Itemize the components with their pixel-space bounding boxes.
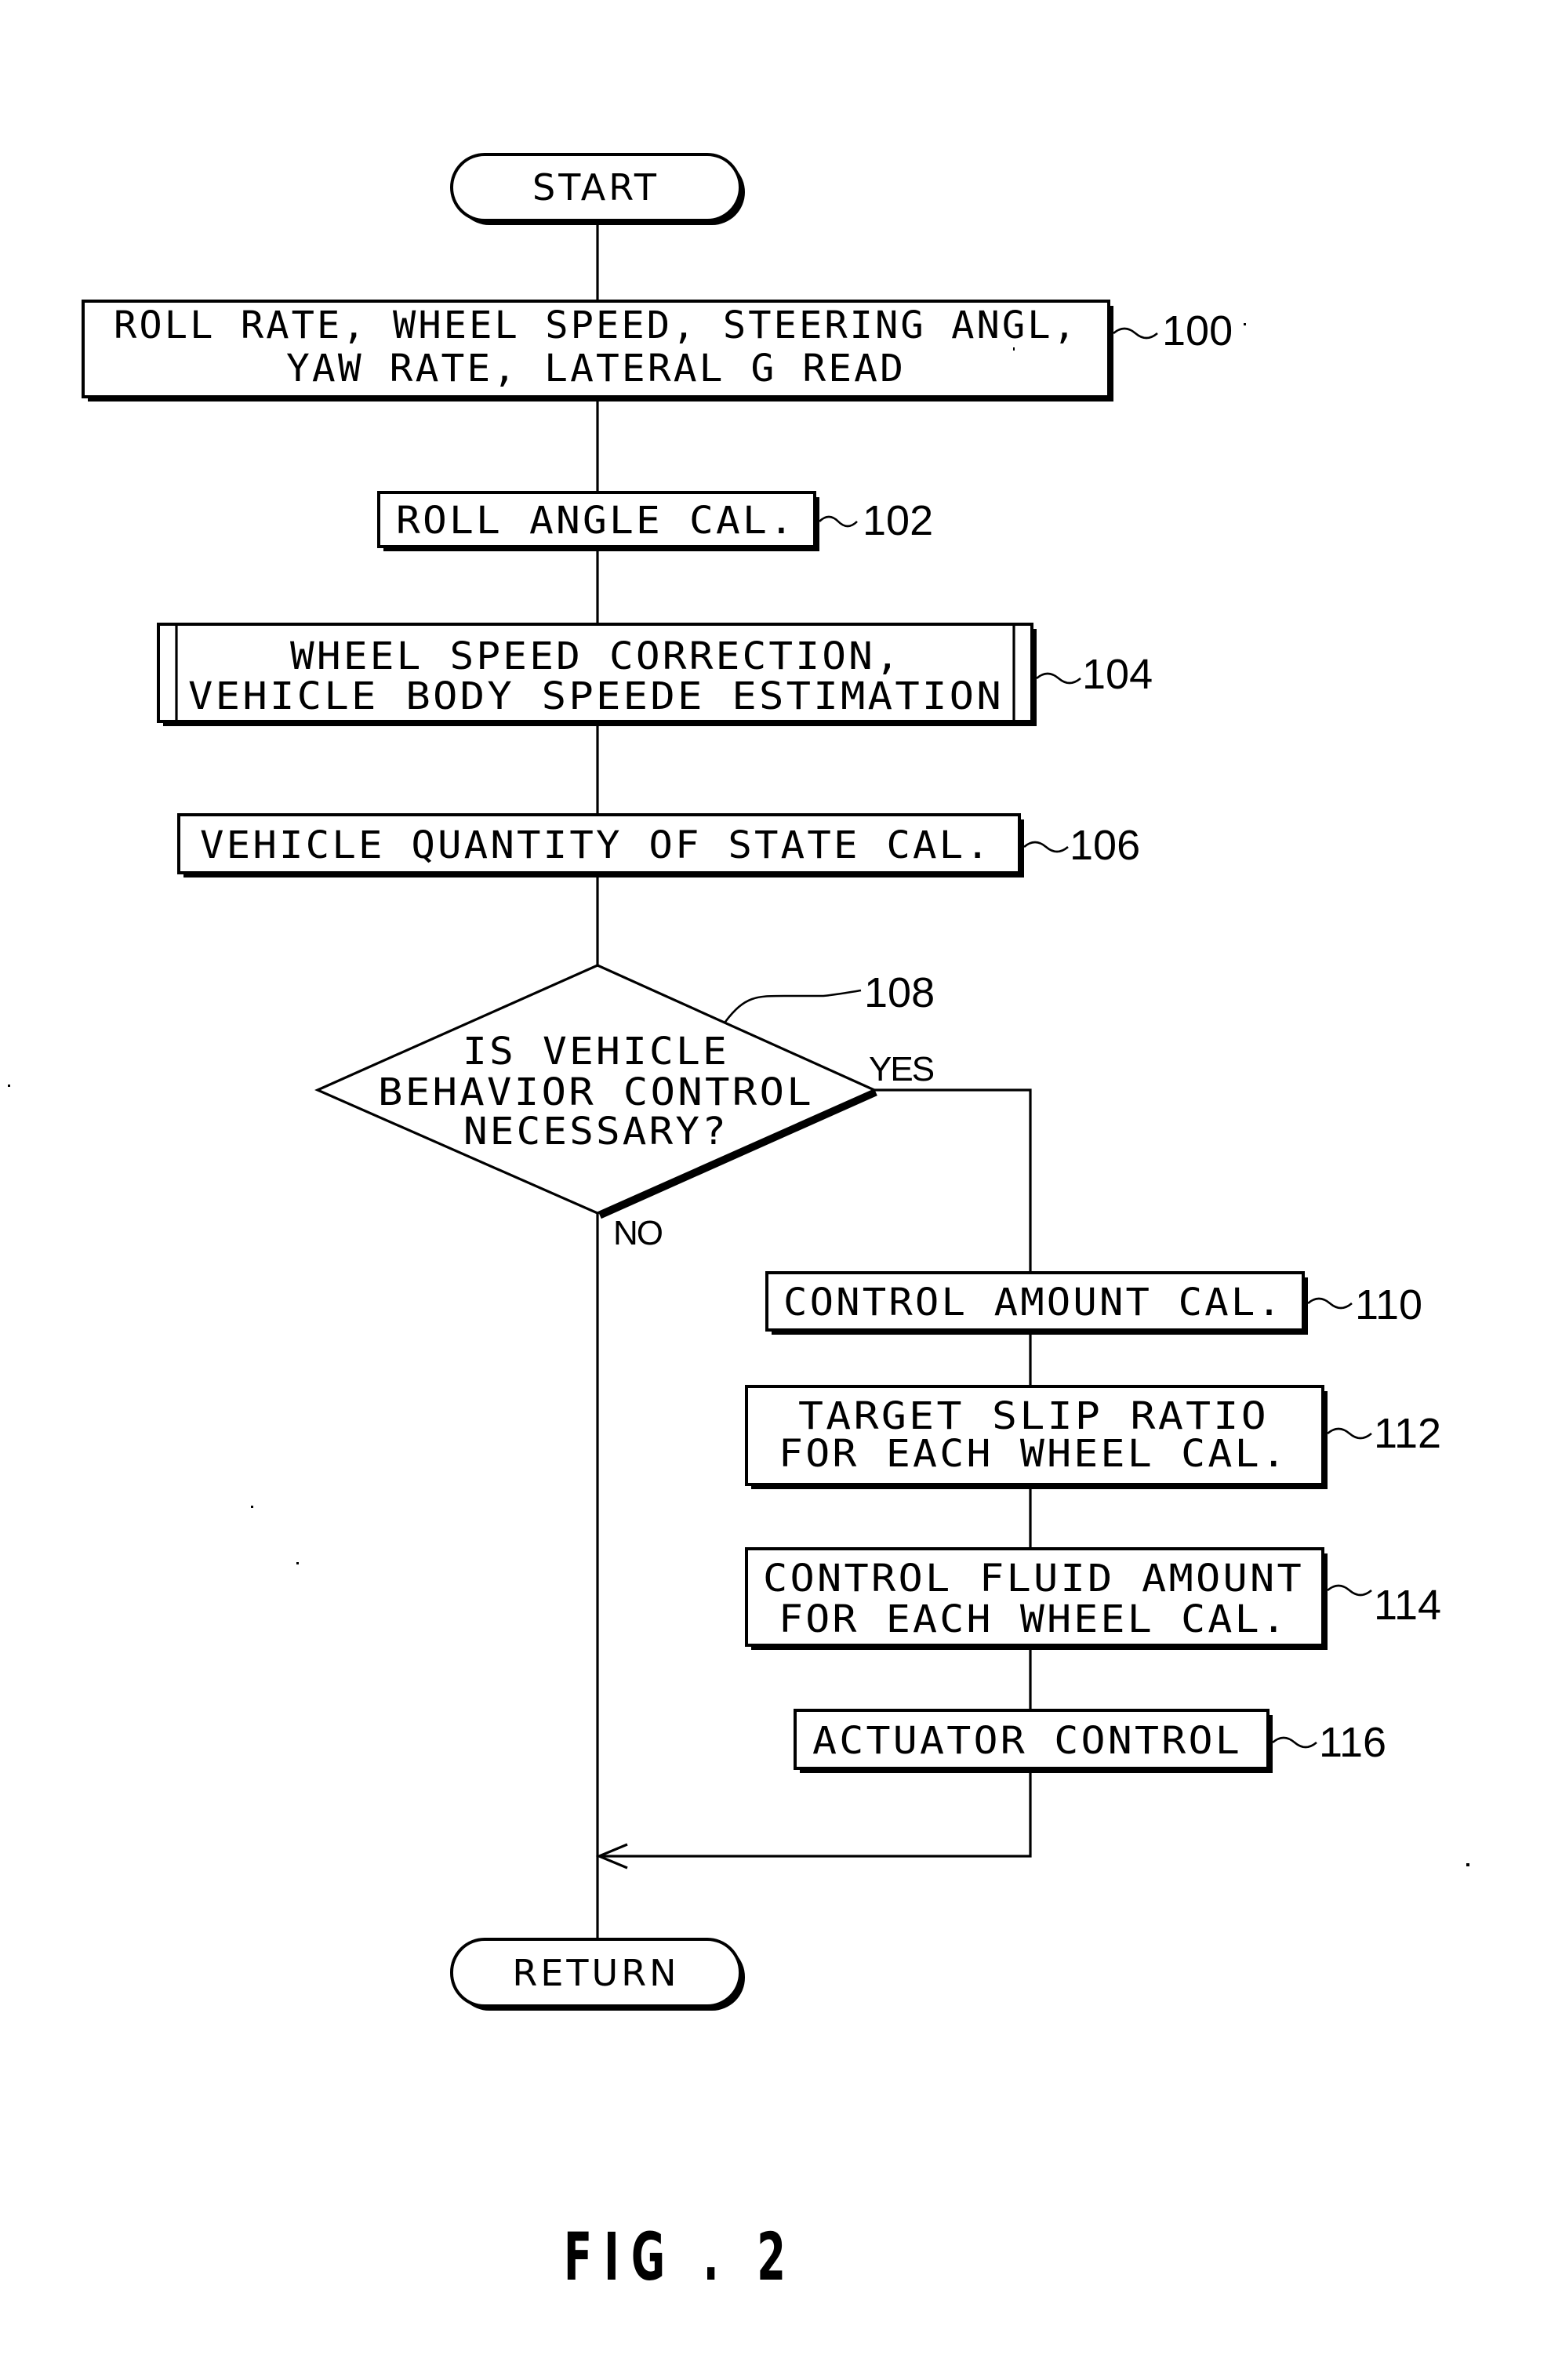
step-106-line-1: VEHICLE QUANTITY OF STATE CAL. — [200, 823, 992, 867]
decision-leader — [724, 989, 862, 1023]
step-106: VEHICLE QUANTITY OF STATE CAL. 106 — [177, 813, 1140, 878]
connector-yes-branch — [874, 1088, 1032, 1273]
decision-no-label: NO — [613, 1214, 663, 1252]
step-106-leader — [1023, 841, 1069, 853]
step-112-line-2: FOR EACH WHEEL CAL. — [779, 1432, 1288, 1476]
step-100-leader — [1113, 327, 1158, 340]
step-114: CONTROL FLUID AMOUNT FOR EACH WHEEL CAL.… — [745, 1547, 1441, 1650]
step-100-line-2: YAW RATE, LATERAL G READ — [286, 347, 906, 391]
decision-yes-label: YES — [869, 1050, 934, 1088]
step-106-ref: 106 — [1070, 822, 1140, 869]
step-100-ref: 100 — [1162, 307, 1233, 354]
step-100-line-1: ROLL RATE, WHEEL SPEED, STEERING ANGL, — [114, 303, 1078, 347]
step-114-line-2: FOR EACH WHEEL CAL. — [779, 1597, 1288, 1641]
step-116-leader — [1272, 1736, 1317, 1749]
decision-ref: 108 — [864, 969, 935, 1016]
step-104-ref: 104 — [1082, 651, 1153, 698]
step-110-leader — [1307, 1297, 1353, 1310]
step-110-ref: 110 — [1355, 1281, 1422, 1328]
step-100: ROLL RATE, WHEEL SPEED, STEERING ANGL, Y… — [82, 300, 1233, 402]
step-116-ref: 116 — [1319, 1719, 1386, 1766]
flowchart-figure: START ROLL RATE, WHEEL SPEED, STEERING A… — [8, 153, 1469, 2295]
step-114-line-1: CONTROL FLUID AMOUNT — [763, 1557, 1304, 1601]
step-102: ROLL ANGLE CAL. 102 — [377, 491, 933, 551]
step-102-leader — [819, 515, 858, 528]
decision-line-1: IS VEHICLE — [463, 1030, 729, 1074]
step-110-line-1: CONTROL AMOUNT CAL. — [783, 1281, 1284, 1324]
step-104-line-2: VEHICLE BODY SPEEDE ESTIMATION — [188, 674, 1004, 718]
step-112-ref: 112 — [1374, 1410, 1441, 1457]
decision-line-3: NECESSARY? — [463, 1110, 728, 1154]
step-102-ref: 102 — [863, 497, 933, 544]
start-label: START — [532, 166, 659, 209]
step-116-line-1: ACTUATOR CONTROL — [812, 1719, 1242, 1763]
step-104-leader — [1036, 672, 1081, 685]
step-112: TARGET SLIP RATIO FOR EACH WHEEL CAL. 11… — [745, 1385, 1441, 1489]
return-terminal: RETURN — [450, 1938, 745, 2011]
decision-108: IS VEHICLE BEHAVIOR CONTROL NECESSARY? 1… — [314, 964, 935, 1252]
return-label: RETURN — [512, 1952, 679, 1994]
step-104-line-1: WHEEL SPEED CORRECTION, — [290, 634, 902, 678]
connector-116-merge — [599, 1768, 1032, 1858]
start-terminal: START — [450, 153, 745, 225]
figure-caption: FIG . 2 — [564, 2218, 797, 2295]
decision-line-2: BEHAVIOR CONTROL — [378, 1070, 814, 1114]
step-110: CONTROL AMOUNT CAL. 110 — [765, 1271, 1422, 1335]
step-114-ref: 114 — [1374, 1582, 1441, 1629]
step-112-leader — [1327, 1427, 1372, 1440]
step-116: ACTUATOR CONTROL 116 — [794, 1709, 1386, 1773]
step-104: WHEEL SPEED CORRECTION, VEHICLE BODY SPE… — [157, 623, 1153, 726]
step-114-leader — [1327, 1584, 1372, 1597]
step-102-line-1: ROLL ANGLE CAL. — [396, 499, 796, 543]
